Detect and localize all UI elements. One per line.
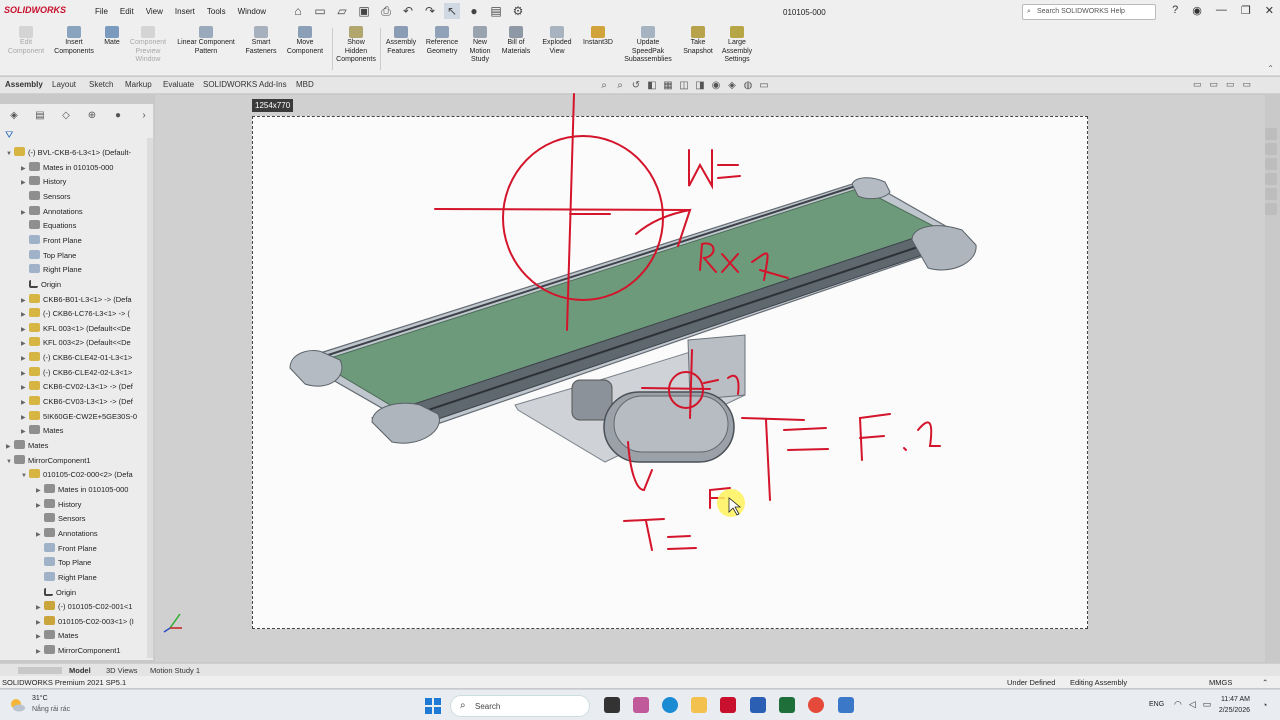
product-version: SOLIDWORKS Premium 2021 SP5.1 bbox=[2, 678, 127, 687]
annotation-letter-m bbox=[688, 149, 713, 190]
search-icon: ⌕ bbox=[460, 700, 466, 711]
annotation-letter-t2 bbox=[623, 518, 665, 551]
file-explorer-icon[interactable] bbox=[691, 697, 707, 713]
annotation-letter-f bbox=[858, 413, 891, 461]
gear-cover bbox=[613, 395, 729, 453]
conveyor-model[interactable] bbox=[289, 177, 977, 463]
wifi-icon[interactable]: ◠ bbox=[1174, 699, 1182, 710]
bottom-tabs: Model 3D Views Motion Study 1 bbox=[0, 663, 1280, 676]
language-indicator[interactable]: ENG bbox=[1149, 701, 1164, 708]
edge-browser-icon[interactable] bbox=[662, 697, 678, 713]
clock[interactable]: 11:47 AM 2/25/2026 bbox=[1219, 694, 1250, 716]
model-canvas bbox=[289, 93, 977, 551]
definition-state: Under Defined bbox=[1007, 678, 1056, 687]
task-view-icon[interactable] bbox=[604, 697, 620, 713]
outlook-icon[interactable] bbox=[750, 697, 766, 713]
battery-icon[interactable]: ▭ bbox=[1203, 699, 1212, 710]
annotation-equals-t2 bbox=[667, 535, 697, 550]
zalo-icon[interactable] bbox=[838, 697, 854, 713]
annotation-horizontal-line bbox=[434, 208, 691, 211]
tab-3d-views[interactable]: 3D Views bbox=[106, 666, 138, 675]
sun-cloud-icon bbox=[11, 699, 25, 712]
windows-start-icon[interactable] bbox=[425, 698, 441, 714]
tab-model[interactable]: Model bbox=[69, 666, 91, 675]
annotation-dot-one bbox=[903, 421, 941, 451]
annotation-equals-m bbox=[717, 164, 741, 179]
notification-bell-icon[interactable]: ◔ bbox=[1262, 700, 1267, 710]
end-cap-right-front bbox=[911, 225, 977, 271]
system-tray: ◠ ◁ ▭ bbox=[1174, 699, 1211, 710]
solidworks-taskbar-icon[interactable] bbox=[720, 697, 736, 713]
copilot-icon[interactable] bbox=[633, 697, 649, 713]
axis-triad-icon bbox=[163, 613, 182, 633]
status-bar: SOLIDWORKS Premium 2021 SP5.1 Under Defi… bbox=[0, 676, 1280, 688]
volume-icon[interactable]: ◁ bbox=[1189, 699, 1196, 710]
annotation-small-horizontal bbox=[641, 387, 711, 390]
app-icon[interactable] bbox=[779, 697, 795, 713]
annotation-equals-t bbox=[783, 427, 829, 451]
bracket-plate bbox=[687, 334, 746, 401]
chrome-icon[interactable] bbox=[808, 697, 824, 713]
editing-mode: Editing Assembly bbox=[1070, 678, 1128, 687]
end-cap-left-front bbox=[371, 402, 440, 444]
tab-scroll-arrows[interactable] bbox=[18, 667, 62, 674]
windows-taskbar: 31°C Nắng rải rác ⌕ Search ENG ◠ ◁ ▭ 11:4… bbox=[0, 689, 1280, 720]
unit-system[interactable]: MMGS bbox=[1209, 678, 1232, 687]
taskbar-search[interactable]: ⌕ Search bbox=[450, 695, 590, 717]
status-expand-icon[interactable]: ⌃ bbox=[1262, 678, 1268, 687]
end-cap-right-back bbox=[851, 177, 891, 200]
tab-motion-study-1[interactable]: Motion Study 1 bbox=[150, 666, 200, 675]
